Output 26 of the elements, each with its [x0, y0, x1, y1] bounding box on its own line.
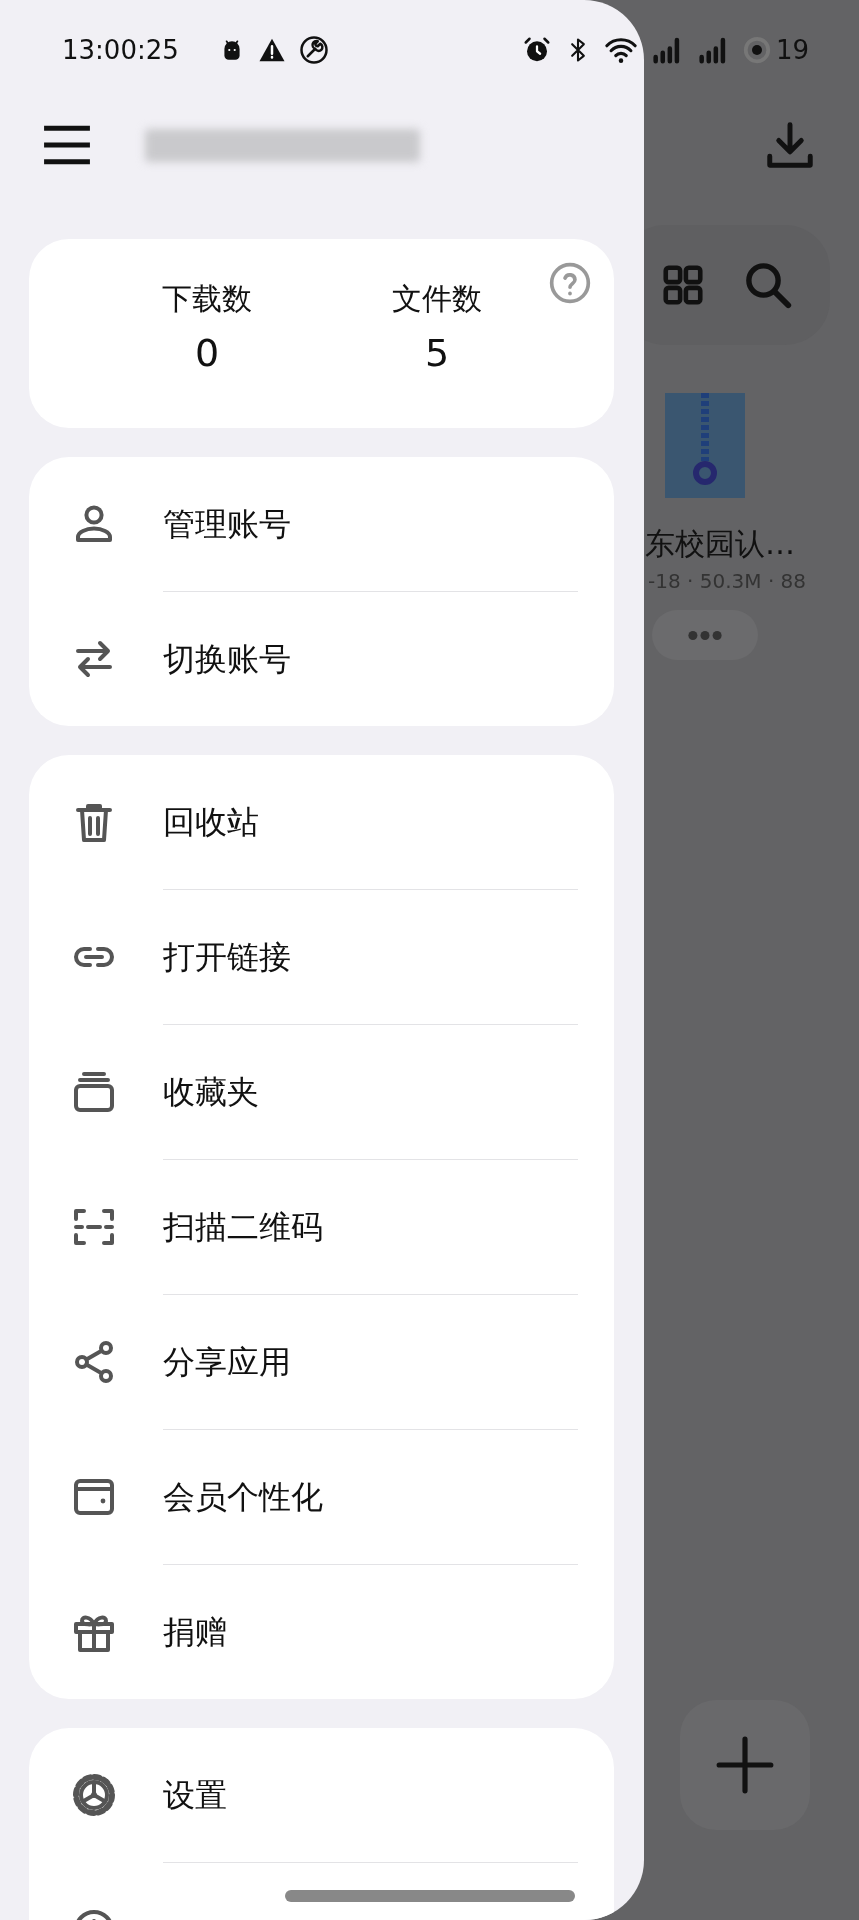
stat-label: 下载数: [162, 281, 252, 317]
menu-item[interactable]: 扫描二维码: [29, 1160, 614, 1294]
grid-icon[interactable]: [660, 262, 706, 308]
menu-item[interactable]: 设置: [29, 1728, 614, 1862]
more-button[interactable]: [652, 610, 758, 660]
add-button[interactable]: [680, 1700, 810, 1830]
file-name: 东校园认…: [644, 526, 796, 562]
help-icon[interactable]: [548, 261, 592, 305]
stat-value: 0: [193, 331, 221, 377]
plus-icon: [714, 1734, 776, 1796]
menu-item[interactable]: 打开链接: [29, 890, 614, 1024]
menu-item[interactable]: 切换账号: [29, 592, 614, 726]
battery-ring-icon: [741, 35, 772, 65]
stat-value: 5: [423, 331, 451, 377]
zip-file-icon: [665, 393, 745, 498]
menu-item[interactable]: 管理账号: [29, 457, 614, 591]
stat-label: 文件数: [392, 281, 482, 317]
menu-item[interactable]: 会员个性化: [29, 1430, 614, 1564]
menu-item[interactable]: 捐赠: [29, 1565, 614, 1699]
wrench-icon: [298, 35, 329, 65]
battery-level: 19: [775, 33, 809, 67]
menu-item[interactable]: 收藏夹: [29, 1025, 614, 1159]
menu-item[interactable]: 分享应用: [29, 1295, 614, 1429]
clock-time: 13:00:25: [62, 33, 179, 67]
more-icon: [688, 630, 722, 640]
menu-item[interactable]: 回收站: [29, 755, 614, 889]
